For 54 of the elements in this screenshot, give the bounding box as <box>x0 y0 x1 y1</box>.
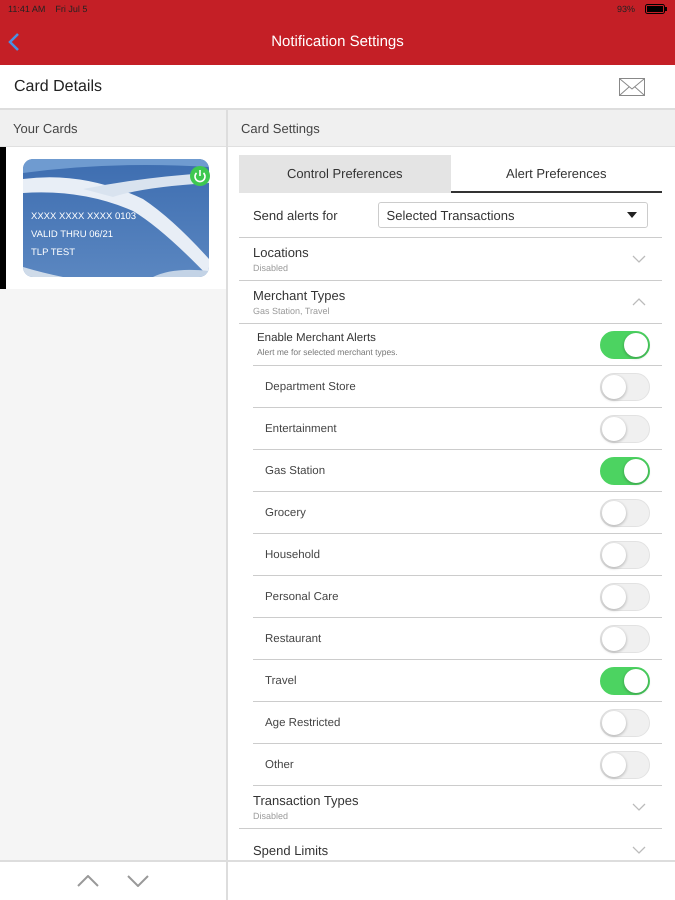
toggle-switch[interactable] <box>600 330 650 358</box>
field-label: Send alerts for <box>253 208 338 222</box>
toggle-label: Enable Merchant Alerts <box>257 332 377 344</box>
section-title: Locations <box>253 245 309 260</box>
toggle-switch[interactable] <box>600 456 650 484</box>
merchant-type-label: Grocery <box>265 506 306 518</box>
mail-icon[interactable] <box>619 78 645 96</box>
toggle-hint: Alert me for selected merchant types. <box>257 347 398 357</box>
toggle-switch[interactable] <box>600 498 650 526</box>
dropdown-caret-icon <box>627 212 637 218</box>
section-header[interactable]: Spend Limits <box>239 829 662 860</box>
toggle-switch[interactable] <box>600 372 650 400</box>
merchant-type-label: Travel <box>265 674 297 686</box>
alert-type-dropdown[interactable]: Selected Transactions <box>378 202 648 228</box>
merchant-type-label: Other <box>265 758 294 770</box>
back-icon[interactable] <box>8 32 20 52</box>
battery-percent: 93% <box>616 4 635 14</box>
section-summary: Gas Station, Travel <box>253 306 331 316</box>
tab[interactable]: Control Preferences <box>239 155 450 193</box>
merchant-type-label: Personal Care <box>265 590 339 602</box>
merchant-type-label: Household <box>265 548 320 560</box>
merchant-type-label: Gas Station <box>265 464 326 476</box>
section-summary: Disabled <box>253 811 290 821</box>
card-expiry: VALID THRU 06/21 <box>31 229 114 240</box>
toggle-switch[interactable] <box>600 540 650 568</box>
section-title: Spend Limits <box>253 842 328 858</box>
power-icon[interactable] <box>190 166 210 186</box>
toggle-switch[interactable] <box>600 624 650 652</box>
cardholder-name: TLP TEST <box>31 247 76 258</box>
merchant-type-label: Entertainment <box>265 422 337 434</box>
screen-title: Notification Settings <box>271 33 404 50</box>
status-time: 11:41 AM <box>8 4 46 14</box>
section-header[interactable]: Merchant Types Gas Station, Travel <box>239 281 662 324</box>
up-chevron-icon[interactable] <box>77 875 99 887</box>
toggle-switch[interactable] <box>600 666 650 694</box>
section-summary: Disabled <box>253 263 290 273</box>
merchant-type-label: Restaurant <box>265 632 322 644</box>
column-heading: Card Settings <box>241 120 320 136</box>
column-heading: Your Cards <box>13 120 78 136</box>
toggle-switch[interactable] <box>600 414 650 442</box>
card-number: XXXX XXXX XXXX 0103 <box>31 211 136 222</box>
down-chevron-icon[interactable] <box>127 875 149 887</box>
merchant-type-label: Age Restricted <box>265 716 340 728</box>
section-title: Merchant Types <box>253 288 346 303</box>
merchant-type-label: Department Store <box>265 380 356 392</box>
section-header[interactable]: Transaction Types Disabled <box>239 786 662 829</box>
battery-icon <box>645 4 667 14</box>
toggle-switch[interactable] <box>600 582 650 610</box>
section-title: Transaction Types <box>253 793 358 808</box>
status-date: Fri Jul 5 <box>55 4 88 14</box>
toggle-switch[interactable] <box>600 708 650 736</box>
toggle-switch[interactable] <box>600 750 650 778</box>
page-title: Card Details <box>14 78 102 96</box>
section-header[interactable]: Locations Disabled <box>239 238 662 281</box>
